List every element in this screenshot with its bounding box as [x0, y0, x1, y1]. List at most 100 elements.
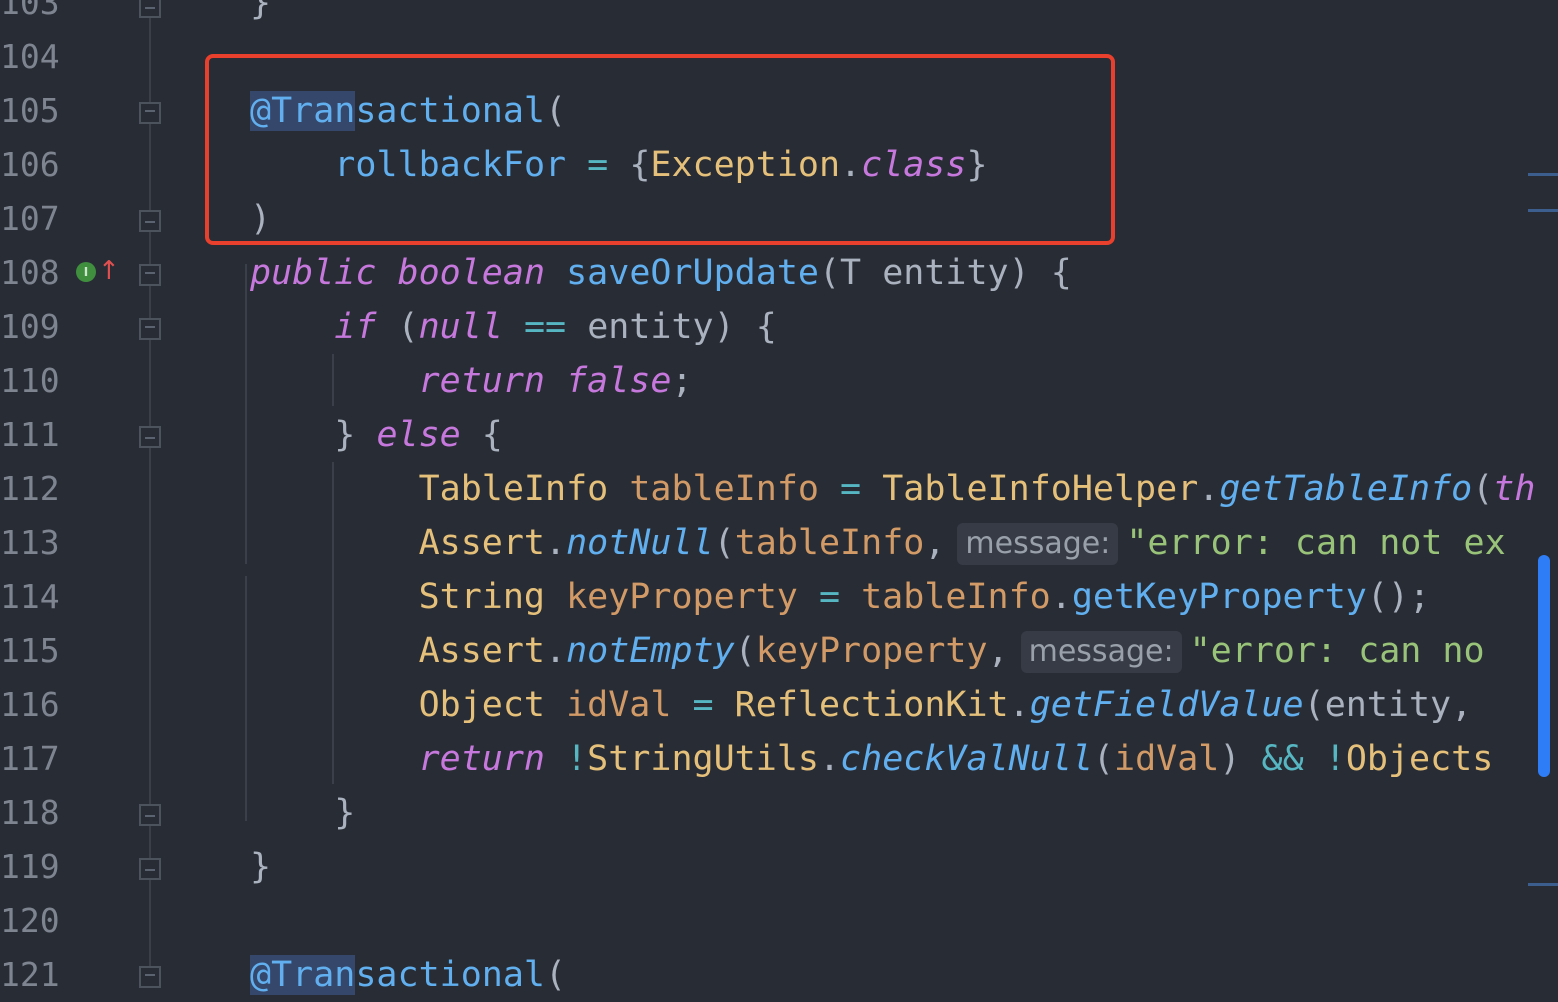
line-number: 104: [0, 37, 60, 76]
code-line[interactable]: 109 if (null == entity) {: [0, 300, 1558, 354]
code-token: else: [376, 415, 461, 455]
code-token: TableInfoHelper: [882, 469, 1199, 509]
code-line[interactable]: 121 @Transactional(: [0, 948, 1558, 1002]
code-token: {: [460, 415, 503, 455]
code-text: String keyProperty = tableInfo.getKeyPro…: [250, 570, 1431, 624]
code-token: public: [250, 253, 377, 293]
code-token: false: [566, 361, 672, 401]
line-number: 112: [0, 469, 60, 508]
code-token: @Tran: [250, 955, 356, 995]
highlight-annotation-box: [205, 54, 1115, 245]
code-token: }: [250, 793, 356, 833]
scroll-marker: [1528, 883, 1558, 886]
go-to-super-arrow-icon: ↑: [98, 256, 120, 286]
line-number: 115: [0, 631, 60, 670]
code-token: boolean: [397, 253, 546, 293]
code-text: Assert.notEmpty(keyProperty, message: "err…: [250, 624, 1485, 678]
fold-toggle-icon[interactable]: [139, 966, 161, 988]
code-token: checkValNull: [840, 739, 1093, 779]
code-text: Object idVal = ReflectionKit.getFieldVal…: [250, 678, 1493, 732]
line-number: 110: [0, 361, 60, 400]
line-number: 111: [0, 415, 60, 454]
code-token: sactional: [355, 955, 546, 995]
implements-icon: I: [76, 262, 96, 282]
line-number: 106: [0, 145, 60, 184]
code-line[interactable]: 110 return false;: [0, 354, 1558, 408]
code-text: public boolean saveOrUpdate(T entity) {: [250, 246, 1072, 300]
fold-toggle-icon[interactable]: [139, 102, 161, 124]
code-line[interactable]: 119}: [0, 840, 1558, 894]
code-token: tableInfo: [734, 523, 925, 563]
code-token: keyProperty: [755, 631, 988, 671]
code-token: !: [566, 739, 588, 779]
code-text: }: [250, 786, 355, 840]
scroll-marker: [1528, 209, 1558, 212]
fold-toggle-icon[interactable]: [139, 264, 161, 286]
code-line[interactable]: 114 String keyProperty = tableInfo.getKe…: [0, 570, 1558, 624]
code-token: tableInfo: [629, 469, 819, 509]
code-token: }: [250, 0, 272, 23]
code-line[interactable]: 103}: [0, 0, 1558, 30]
code-token: !: [1324, 739, 1346, 779]
code-token: Assert: [418, 523, 546, 563]
code-line[interactable]: 116 Object idVal = ReflectionKit.getFiel…: [0, 678, 1558, 732]
code-token: getKeyProperty: [1071, 577, 1367, 617]
code-token: String: [418, 577, 546, 617]
code-token: TableInfo: [418, 469, 609, 509]
fold-toggle-icon[interactable]: [139, 210, 161, 232]
code-token: ;: [671, 361, 693, 401]
code-token: (entity,: [1303, 685, 1494, 725]
code-token: (: [376, 307, 419, 347]
code-token: return: [418, 739, 546, 779]
code-line[interactable]: 118 }: [0, 786, 1558, 840]
code-token: (T entity) {: [818, 253, 1072, 293]
code-text: return false;: [250, 354, 693, 408]
code-line[interactable]: 112 TableInfo tableInfo = TableInfoHelpe…: [0, 462, 1558, 516]
code-token: (: [1472, 469, 1494, 509]
code-token: }: [250, 847, 272, 887]
code-token: ==: [502, 307, 588, 347]
code-token: (: [713, 523, 735, 563]
code-line[interactable]: 117 return !StringUtils.checkValNull(idV…: [0, 732, 1558, 786]
parameter-hint: message:: [1020, 631, 1182, 673]
code-line[interactable]: 115 Assert.notEmpty(keyProperty, message:…: [0, 624, 1558, 678]
code-token: ,: [987, 631, 1009, 671]
code-token: .: [818, 739, 841, 779]
line-number: 114: [0, 577, 60, 616]
code-token: return: [418, 361, 546, 401]
line-number: 108: [0, 253, 60, 292]
code-token: .: [545, 523, 567, 563]
code-line[interactable]: 120: [0, 894, 1558, 948]
code-token: &&: [1261, 739, 1304, 779]
line-number: 117: [0, 739, 60, 778]
fold-toggle-icon[interactable]: [139, 426, 161, 448]
fold-toggle-icon[interactable]: [139, 858, 161, 880]
code-token: idVal: [1114, 739, 1220, 779]
fold-toggle-icon[interactable]: [139, 318, 161, 340]
code-text: Assert.notNull(tableInfo, message: "error:…: [250, 516, 1506, 570]
code-token: tableInfo: [861, 577, 1051, 617]
code-token: idVal: [566, 685, 672, 725]
fold-toggle-icon[interactable]: [139, 804, 161, 826]
code-token: "error: can no: [1189, 631, 1485, 671]
line-number: 113: [0, 523, 60, 562]
code-token: notNull: [566, 523, 714, 563]
code-text: if (null == entity) {: [250, 300, 777, 354]
code-text: }: [250, 0, 271, 30]
fold-toggle-icon[interactable]: [139, 0, 161, 18]
code-token: getTableInfo: [1219, 469, 1473, 509]
code-line[interactable]: 111 } else {: [0, 408, 1558, 462]
vertical-scrollbar-thumb[interactable]: [1538, 555, 1550, 777]
line-number: 109: [0, 307, 60, 346]
code-line[interactable]: 113 Assert.notNull(tableInfo, message: "er…: [0, 516, 1558, 570]
code-line[interactable]: 108 public boolean saveOrUpdate(T entity)…: [0, 246, 1558, 300]
code-token: null: [418, 307, 503, 347]
